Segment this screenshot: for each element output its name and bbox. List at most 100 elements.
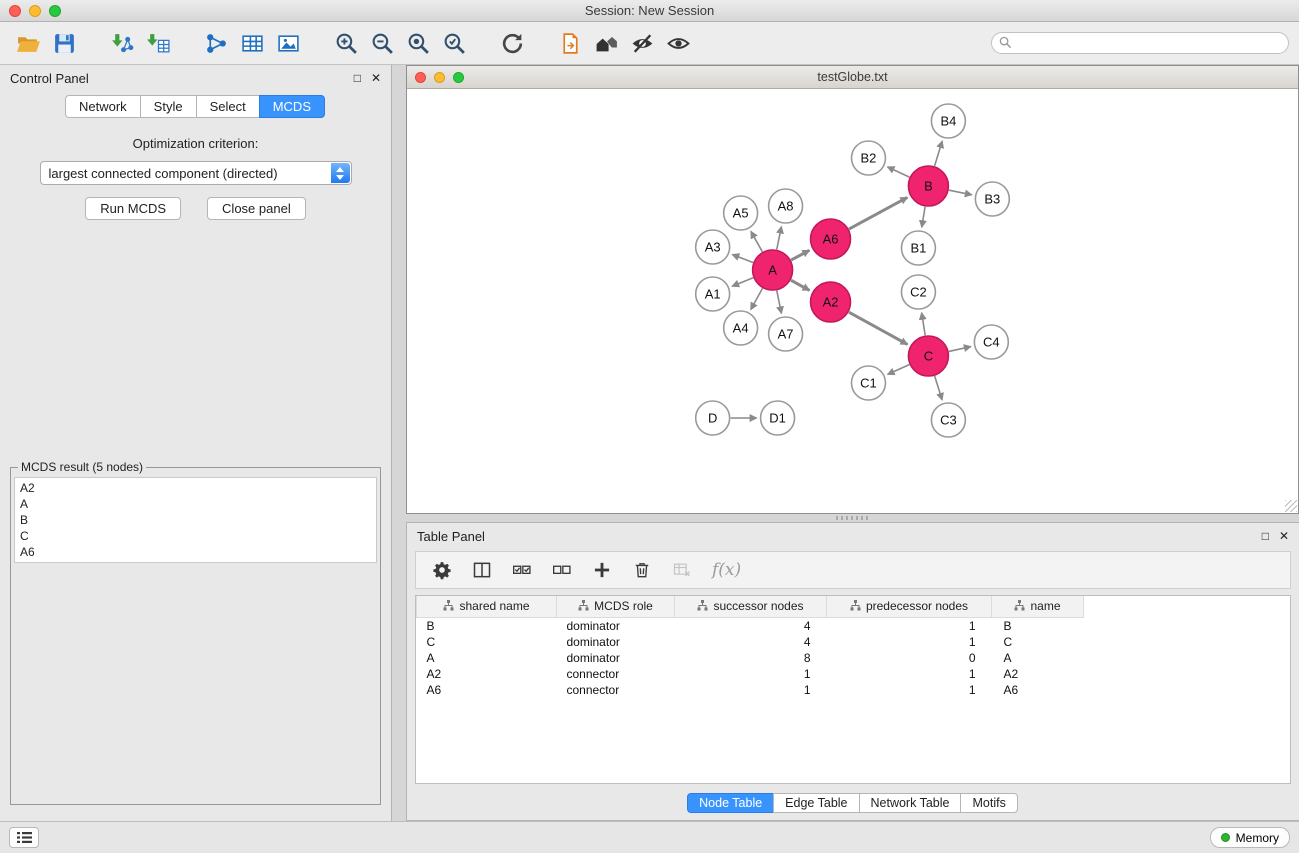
table-cell[interactable]: 1 xyxy=(827,617,992,634)
criterion-dropdown[interactable]: largest connected component (directed) xyxy=(40,161,352,185)
zoom-in-button[interactable] xyxy=(328,25,364,61)
tab-motifs[interactable]: Motifs xyxy=(960,793,1017,813)
resize-handle[interactable] xyxy=(1285,500,1297,512)
edge-A-A5[interactable] xyxy=(751,231,762,251)
show-columns-button[interactable] xyxy=(472,560,492,580)
edge-A-A1[interactable] xyxy=(732,278,753,286)
close-panel-button[interactable]: Close panel xyxy=(207,197,306,220)
table-cell[interactable]: 8 xyxy=(675,650,827,666)
table-cell[interactable]: B xyxy=(417,617,557,634)
table-row[interactable]: Adominator80A xyxy=(417,650,1291,666)
table-cell[interactable]: 1 xyxy=(675,666,827,682)
edge-C-C4[interactable] xyxy=(949,347,971,352)
import-network-button[interactable] xyxy=(104,25,140,61)
node-B1[interactable]: B1 xyxy=(901,231,935,265)
new-network-button[interactable] xyxy=(198,25,234,61)
column-header-mcds-role[interactable]: MCDS role xyxy=(557,596,675,617)
export-image-button[interactable] xyxy=(270,25,306,61)
new-table-button[interactable] xyxy=(234,25,270,61)
open-recent-file-button[interactable] xyxy=(552,25,588,61)
column-header-successor-nodes[interactable]: successor nodes xyxy=(675,596,827,617)
table-row[interactable]: Bdominator41B xyxy=(417,617,1291,634)
column-header-name[interactable]: name xyxy=(992,596,1084,617)
table-cell[interactable]: A xyxy=(417,650,557,666)
tab-node-table[interactable]: Node Table xyxy=(687,793,774,813)
table-cell[interactable]: 1 xyxy=(827,682,992,698)
table-row[interactable]: A6connector11A6 xyxy=(417,682,1291,698)
node-A5[interactable]: A5 xyxy=(724,196,758,230)
edge-C-C1[interactable] xyxy=(888,365,910,375)
import-table-button[interactable] xyxy=(140,25,176,61)
table-cell[interactable]: A6 xyxy=(417,682,557,698)
edge-C-C2[interactable] xyxy=(922,313,926,336)
delete-column-button[interactable] xyxy=(632,560,652,580)
node-B3[interactable]: B3 xyxy=(975,182,1009,216)
table-cell[interactable]: connector xyxy=(557,666,675,682)
delete-table-button[interactable] xyxy=(672,560,692,580)
edge-B-B4[interactable] xyxy=(935,141,943,166)
table-cell[interactable]: A2 xyxy=(992,666,1084,682)
node-A7[interactable]: A7 xyxy=(769,317,803,351)
mcds-result-list[interactable]: A2ABCA6 xyxy=(14,477,377,563)
table-panel-float-button[interactable]: □ xyxy=(1262,529,1269,543)
table-row[interactable]: Cdominator41C xyxy=(417,634,1291,650)
node-C[interactable]: C xyxy=(908,336,948,376)
table-cell[interactable]: A6 xyxy=(992,682,1084,698)
edge-A6-B[interactable] xyxy=(849,197,907,229)
table-cell[interactable]: 1 xyxy=(675,682,827,698)
node-C4[interactable]: C4 xyxy=(974,325,1008,359)
panel-menu-button[interactable] xyxy=(9,827,39,848)
edge-A-A8[interactable] xyxy=(777,227,782,250)
horizontal-splitter[interactable] xyxy=(406,514,1299,522)
function-builder-button[interactable]: f(x) xyxy=(712,560,741,580)
edge-A-A4[interactable] xyxy=(751,288,763,309)
control-panel-close-button[interactable]: ✕ xyxy=(371,71,381,85)
zoom-selected-button[interactable] xyxy=(436,25,472,61)
show-graphics-details-button[interactable] xyxy=(660,25,696,61)
table-cell[interactable]: B xyxy=(992,617,1084,634)
table-cell[interactable]: 0 xyxy=(827,650,992,666)
refresh-layout-button[interactable] xyxy=(494,25,530,61)
run-mcds-button[interactable]: Run MCDS xyxy=(85,197,181,220)
edge-A-A7[interactable] xyxy=(777,291,782,314)
node-B2[interactable]: B2 xyxy=(852,141,886,175)
edge-A2-C[interactable] xyxy=(849,312,908,344)
tab-mcds[interactable]: MCDS xyxy=(259,95,325,118)
table-cell[interactable]: dominator xyxy=(557,650,675,666)
table-cell[interactable]: 4 xyxy=(675,617,827,634)
node-A1[interactable]: A1 xyxy=(696,277,730,311)
edge-A-A2[interactable] xyxy=(791,280,810,290)
node-C1[interactable]: C1 xyxy=(852,366,886,400)
node-A2[interactable]: A2 xyxy=(811,282,851,322)
node-A3[interactable]: A3 xyxy=(696,230,730,264)
column-header-predecessor-nodes[interactable]: predecessor nodes xyxy=(827,596,992,617)
edge-B-B3[interactable] xyxy=(949,190,972,195)
add-column-button[interactable] xyxy=(592,560,612,580)
node-A4[interactable]: A4 xyxy=(724,311,758,345)
save-session-button[interactable] xyxy=(46,25,82,61)
select-all-rows-button[interactable] xyxy=(512,560,532,580)
node-A6[interactable]: A6 xyxy=(811,219,851,259)
home-button[interactable] xyxy=(588,25,624,61)
tab-network-table[interactable]: Network Table xyxy=(859,793,962,813)
tab-select[interactable]: Select xyxy=(196,95,260,118)
node-C2[interactable]: C2 xyxy=(901,275,935,309)
network-canvas-container[interactable]: B4B2BB3A5A8A6A3B1AC2A1A2A4A7C4CC1DD1C3 xyxy=(407,89,1298,513)
zoom-out-button[interactable] xyxy=(364,25,400,61)
node-D1[interactable]: D1 xyxy=(761,401,795,435)
column-header-shared-name[interactable]: shared name xyxy=(417,596,557,617)
node-B4[interactable]: B4 xyxy=(931,104,965,138)
table-cell[interactable]: 4 xyxy=(675,634,827,650)
table-cell[interactable]: C xyxy=(992,634,1084,650)
memory-button[interactable]: Memory xyxy=(1210,827,1290,848)
edge-A-A3[interactable] xyxy=(732,255,753,263)
table-cell[interactable]: dominator xyxy=(557,617,675,634)
table-cell[interactable]: C xyxy=(417,634,557,650)
open-session-button[interactable] xyxy=(10,25,46,61)
table-settings-button[interactable] xyxy=(432,560,452,580)
node-A8[interactable]: A8 xyxy=(769,189,803,223)
zoom-fit-button[interactable] xyxy=(400,25,436,61)
table-cell[interactable]: 1 xyxy=(827,634,992,650)
tab-network[interactable]: Network xyxy=(65,95,141,118)
table-cell[interactable]: connector xyxy=(557,682,675,698)
